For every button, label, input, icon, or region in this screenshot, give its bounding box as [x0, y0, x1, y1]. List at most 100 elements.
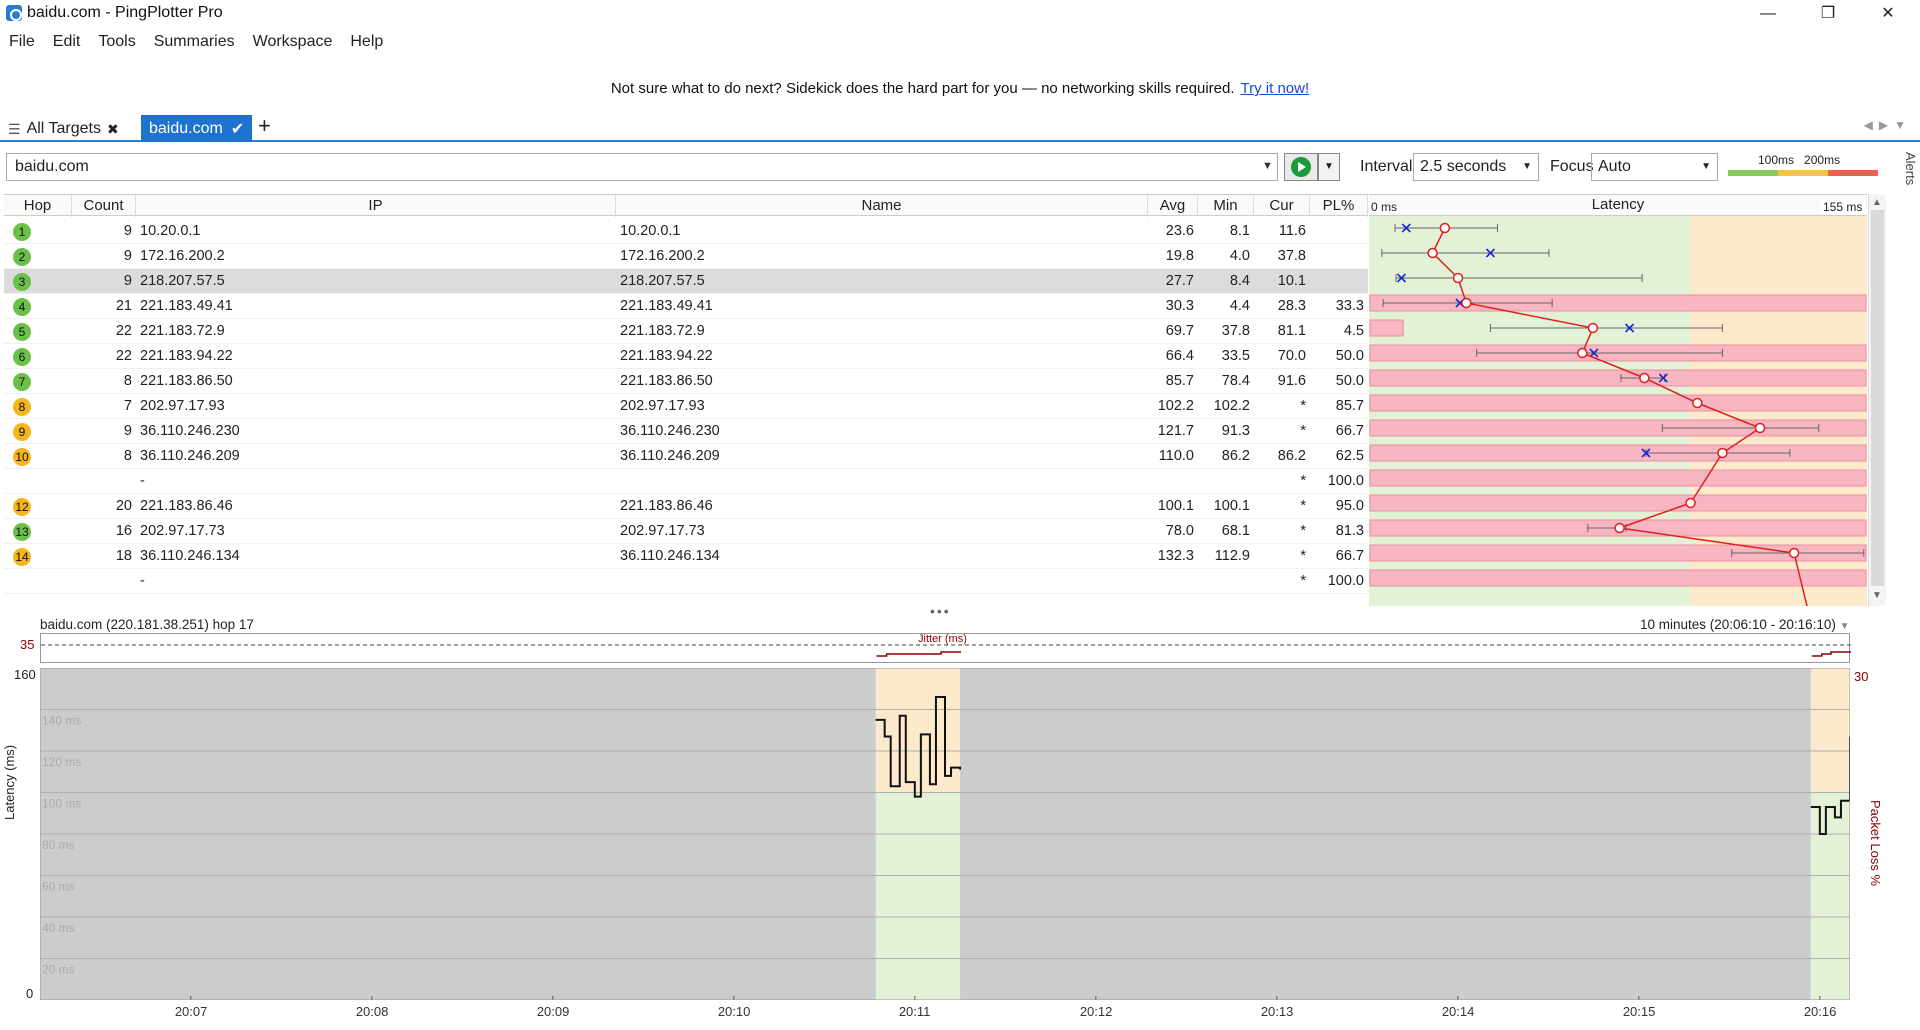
cell-avg: 27.7: [1165, 273, 1194, 289]
scroll-up-icon[interactable]: ▲: [1872, 197, 1882, 208]
menu-edit[interactable]: Edit: [44, 30, 90, 54]
table-row[interactable]: 8 7 202.97.17.93 202.97.17.93 102.2 102.2 * 85.…: [4, 394, 1368, 419]
chevron-down-icon: ▼: [1839, 621, 1850, 632]
cell-ip: 221.183.86.46: [140, 498, 233, 514]
avg-latency-point: [1717, 447, 1728, 459]
table-row[interactable]: 10 8 36.110.246.209 36.110.246.209 110.0 86.2…: [4, 444, 1368, 469]
menu-summaries[interactable]: Summaries: [145, 30, 244, 54]
jitter-line: [1811, 651, 1851, 657]
gridline-label: 80 ms: [42, 838, 75, 852]
cell-count: 8: [123, 373, 132, 389]
cell-ip: -: [140, 573, 145, 589]
tab-baidu[interactable]: baidu.com ✔: [141, 115, 253, 142]
promo-link[interactable]: Try it now!: [1241, 80, 1310, 97]
avg-latency-point: [1639, 372, 1650, 384]
avg-latency-point: [1692, 397, 1703, 409]
cell-name: 221.183.72.9: [620, 323, 705, 339]
cell-name: 202.97.17.73: [620, 523, 705, 539]
table-scrollbar[interactable]: ▲ ▼: [1868, 194, 1886, 606]
cell-min: 4.0: [1229, 248, 1250, 264]
tab-scroll-icons[interactable]: ◀▶▼: [1864, 118, 1912, 132]
table-row[interactable]: 7 8 221.183.86.50 221.183.86.50 85.7 78.4 91.6…: [4, 369, 1368, 394]
minimize-button[interactable]: —: [1740, 0, 1796, 28]
cell-pl: 62.5: [1335, 448, 1364, 464]
cell-name: 36.110.246.134: [620, 548, 720, 564]
close-tab-icon[interactable]: ✖: [107, 121, 119, 138]
avg-latency-point: [1685, 497, 1696, 509]
cell-cur: 86.2: [1277, 448, 1306, 464]
cell-pl: 95.0: [1335, 498, 1364, 514]
cell-name: 221.183.94.22: [620, 348, 713, 364]
zone-warn: [875, 668, 961, 793]
list-icon: ☰: [8, 120, 21, 137]
graph-time-range[interactable]: 10 minutes (20:06:10 - 20:16:10) ▼: [1640, 617, 1850, 632]
menu-file[interactable]: File: [0, 30, 44, 54]
cell-cur: *: [1300, 423, 1306, 439]
trace-options-button[interactable]: ▼: [1318, 153, 1340, 181]
scroll-thumb[interactable]: [1871, 210, 1884, 586]
col-min[interactable]: Min: [1198, 195, 1254, 217]
start-trace-button[interactable]: [1284, 153, 1318, 181]
avg-latency-point: [1577, 347, 1588, 359]
table-row[interactable]: 3 9 218.207.57.5 218.207.57.5 27.7 8.4 10.1: [4, 269, 1368, 294]
table-row[interactable]: 2 9 172.16.200.2 172.16.200.2 19.8 4.0 37.8: [4, 244, 1368, 269]
table-row[interactable]: - * 100.0: [4, 469, 1368, 494]
col-hop[interactable]: Hop: [4, 195, 72, 217]
table-row[interactable]: 12 20 221.183.86.46 221.183.86.46 100.1 100.1…: [4, 494, 1368, 519]
menu-workspace[interactable]: Workspace: [244, 30, 342, 54]
tab-active-label: baidu.com: [149, 119, 223, 137]
cell-hop: 5: [13, 323, 31, 341]
col-name[interactable]: Name: [616, 195, 1148, 217]
close-button[interactable]: ✕: [1860, 0, 1916, 28]
avg-latency-point: [1439, 222, 1451, 234]
col-count[interactable]: Count: [72, 195, 136, 217]
alerts-panel-tab[interactable]: Alerts: [1894, 152, 1918, 188]
col-pl[interactable]: PL%: [1310, 195, 1368, 217]
cell-ip: 221.183.49.41: [140, 298, 233, 314]
add-tab-button[interactable]: +: [258, 113, 271, 139]
avg-latency-point: [1587, 322, 1599, 334]
col-cur[interactable]: Cur: [1254, 195, 1310, 217]
table-row[interactable]: 5 22 221.183.72.9 221.183.72.9 69.7 37.8 81.1 4…: [4, 319, 1368, 344]
menu-tools[interactable]: Tools: [89, 30, 144, 54]
table-row[interactable]: 6 22 221.183.94.22 221.183.94.22 66.4 33.5 70.…: [4, 344, 1368, 369]
cell-count: 16: [115, 523, 132, 539]
latency-timeline-graph[interactable]: 140 ms 120 ms 100 ms 80 ms 60 ms 40 ms 20 ms: [40, 668, 1850, 1000]
latency-min-label: 0 ms: [1371, 200, 1398, 214]
time-range-text: 10 minutes (20:06:10 - 20:16:10): [1640, 617, 1836, 632]
cell-avg: 110.0: [1158, 448, 1194, 464]
cell-count: 8: [123, 448, 132, 464]
scale-100ms: 100ms: [1758, 153, 1795, 167]
focus-select[interactable]: Auto ▼: [1591, 153, 1718, 181]
scroll-down-icon[interactable]: ▼: [1872, 590, 1882, 601]
cell-cur: *: [1300, 498, 1306, 514]
panel-splitter[interactable]: •••: [930, 603, 951, 619]
cell-name: 172.16.200.2: [620, 248, 705, 264]
target-input[interactable]: baidu.com: [6, 153, 1278, 181]
table-row[interactable]: 13 16 202.97.17.73 202.97.17.73 78.0 68.1 * 81.…: [4, 519, 1368, 544]
cell-count: 9: [123, 223, 132, 239]
cell-name: 36.110.246.209: [620, 448, 720, 464]
packet-loss-bar: [1369, 569, 1867, 587]
cell-min: 4.4: [1229, 298, 1250, 314]
target-dropdown-icon[interactable]: ▼: [1262, 160, 1273, 172]
cell-avg: 78.0: [1165, 523, 1194, 539]
cell-pl: 81.3: [1335, 523, 1364, 539]
table-row[interactable]: - * 100.0: [4, 569, 1368, 594]
menu-help[interactable]: Help: [341, 30, 392, 54]
zone-good: [1810, 792, 1850, 1000]
restore-button[interactable]: ❐: [1800, 0, 1856, 28]
col-avg[interactable]: Avg: [1148, 195, 1198, 217]
latency-max-label: 155 ms: [1820, 200, 1866, 214]
table-row[interactable]: 9 9 36.110.246.230 36.110.246.230 121.7 91.3 *…: [4, 419, 1368, 444]
table-row[interactable]: 4 21 221.183.49.41 221.183.49.41 30.3 4.4 28.3…: [4, 294, 1368, 319]
col-ip[interactable]: IP: [136, 195, 616, 217]
cell-count: 9: [123, 423, 132, 439]
table-row[interactable]: 1 9 10.20.0.1 10.20.0.1 23.6 8.1 11.6: [4, 219, 1368, 244]
tab-all-targets[interactable]: ☰ All Targets ✖: [8, 118, 119, 140]
interval-select[interactable]: 2.5 seconds ▼: [1413, 153, 1539, 181]
graph-title: baidu.com (220.181.38.251) hop 17: [40, 617, 254, 632]
hop-table-header: Hop Count IP Name Avg Min Cur PL%: [4, 194, 1368, 217]
interval-value: 2.5 seconds: [1420, 158, 1507, 175]
table-row[interactable]: 14 18 36.110.246.134 36.110.246.134 132.3 112…: [4, 544, 1368, 569]
